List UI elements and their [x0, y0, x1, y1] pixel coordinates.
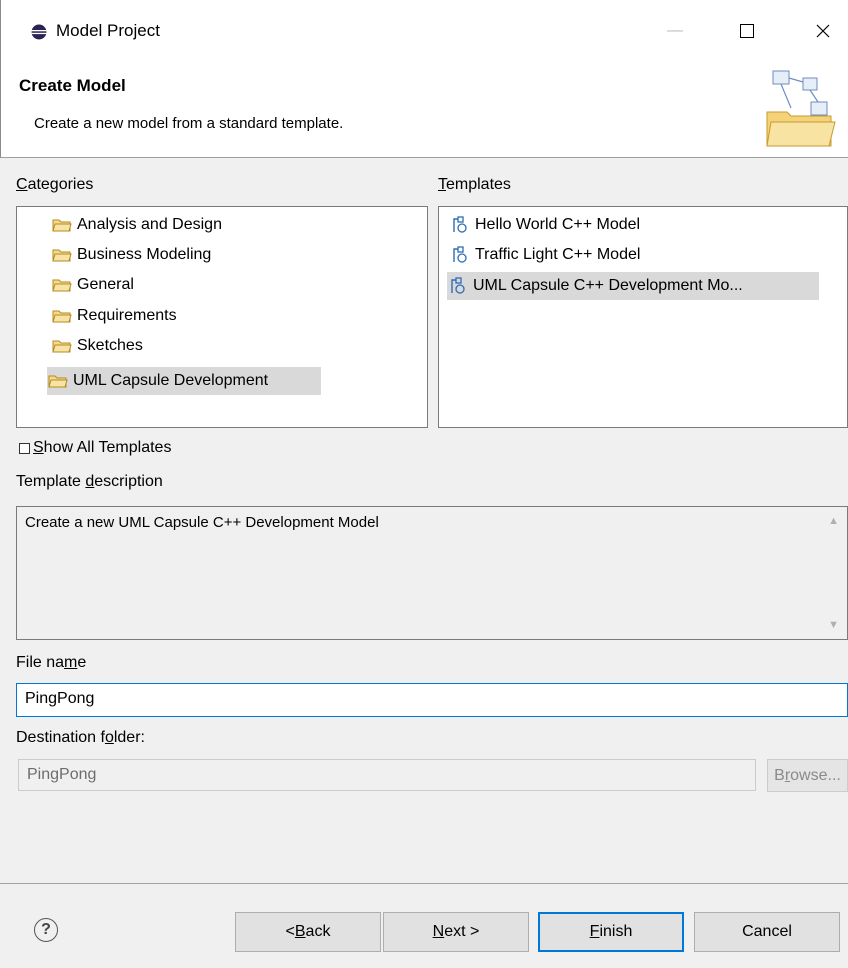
- close-icon: [816, 24, 830, 38]
- help-button[interactable]: ?: [34, 918, 58, 942]
- category-item-analysis-and-design[interactable]: Analysis and Design: [51, 211, 222, 239]
- next-button[interactable]: Next >: [383, 912, 529, 952]
- category-item-business-modeling[interactable]: Business Modeling: [51, 241, 211, 269]
- file-name-input[interactable]: PingPong: [16, 683, 848, 717]
- category-label: Requirements: [77, 307, 177, 324]
- folder-icon: [51, 216, 73, 234]
- categories-list[interactable]: UML Capsule Development Analysis and Des…: [16, 206, 428, 428]
- category-item-general[interactable]: General: [51, 271, 134, 299]
- category-label: Analysis and Design: [77, 216, 222, 233]
- file-name-value: PingPong: [25, 690, 95, 707]
- scroll-up-icon[interactable]: ▲: [828, 515, 839, 527]
- minimize-button[interactable]: —: [655, 12, 695, 50]
- templates-label: Templates: [438, 176, 511, 193]
- template-description-text: Create a new UML Capsule C++ Development…: [25, 514, 379, 531]
- show-all-templates-checkbox[interactable]: [19, 443, 30, 454]
- template-description-box[interactable]: Create a new UML Capsule C++ Development…: [16, 506, 848, 640]
- folder-icon: [51, 307, 73, 325]
- destination-folder-value: PingPong: [27, 766, 97, 783]
- title-bar: Model Project —: [0, 0, 848, 62]
- model-template-icon: [449, 246, 471, 264]
- destination-folder-input[interactable]: PingPong: [18, 759, 756, 791]
- destination-folder-label: Destination folder:: [16, 729, 145, 746]
- template-item-hello-world[interactable]: Hello World C++ Model: [449, 211, 640, 239]
- category-item-uml-capsule-development[interactable]: UML Capsule Development: [47, 367, 321, 395]
- category-item-sketches[interactable]: Sketches: [51, 332, 143, 360]
- file-name-label: File name: [16, 654, 87, 671]
- scroll-down-icon[interactable]: ▼: [828, 619, 839, 631]
- maximize-button[interactable]: [727, 12, 767, 50]
- category-label: UML Capsule Development: [73, 372, 269, 389]
- page-title: Create Model: [19, 76, 126, 95]
- template-label: UML Capsule C++ Development Mo...: [473, 277, 743, 294]
- folder-icon: [47, 372, 69, 390]
- category-label: General: [77, 276, 134, 293]
- model-template-icon: [449, 216, 471, 234]
- template-item-uml-capsule-cpp[interactable]: UML Capsule C++ Development Mo...: [447, 272, 819, 300]
- folder-icon: [51, 276, 73, 294]
- show-all-templates-label[interactable]: Show All Templates: [33, 439, 171, 457]
- folder-icon: [51, 246, 73, 264]
- finish-button[interactable]: Finish: [538, 912, 684, 952]
- page-description: Create a new model from a standard templ…: [34, 115, 344, 132]
- maximize-icon: [740, 24, 754, 38]
- wizard-folder-icon: [766, 70, 836, 147]
- back-button[interactable]: < Back: [235, 912, 381, 952]
- category-item-requirements[interactable]: Requirements: [51, 302, 177, 330]
- close-button[interactable]: [803, 12, 843, 50]
- wizard-header: Create Model Create a new model from a s…: [0, 62, 848, 158]
- template-label: Hello World C++ Model: [475, 216, 641, 233]
- template-description-label: Template description: [16, 473, 163, 490]
- window-title: Model Project: [56, 21, 160, 40]
- categories-label: Categories: [16, 176, 94, 193]
- model-template-icon: [447, 277, 469, 295]
- template-item-traffic-light[interactable]: Traffic Light C++ Model: [449, 241, 640, 269]
- footer-separator: [0, 883, 848, 884]
- browse-button[interactable]: Br owse...: [767, 759, 848, 792]
- help-icon: ?: [41, 921, 51, 938]
- eclipse-icon: [31, 24, 47, 40]
- category-label: Business Modeling: [77, 246, 212, 263]
- category-label: Sketches: [77, 337, 143, 354]
- templates-list[interactable]: Hello World C++ Model Traffic Light C++ …: [438, 206, 848, 428]
- folder-icon: [51, 337, 73, 355]
- cancel-button[interactable]: Cancel: [694, 912, 840, 952]
- template-label: Traffic Light C++ Model: [475, 246, 641, 263]
